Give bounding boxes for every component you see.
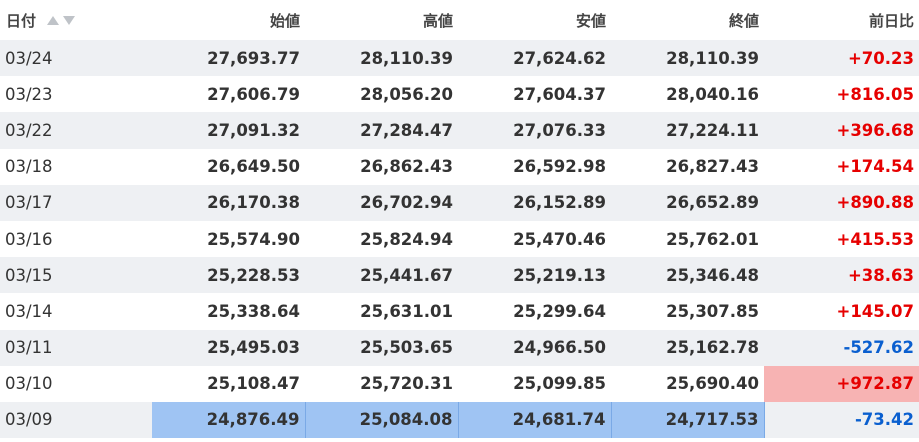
table-row: 03/22 27,091.32 27,284.47 27,076.33 27,2… xyxy=(0,112,919,149)
cell-high: 26,702.94 xyxy=(305,184,458,221)
cell-open: 26,649.50 xyxy=(207,157,300,177)
cell-low: 25,099.85 xyxy=(513,374,606,394)
cell-low: 26,152.89 xyxy=(458,184,611,221)
cell-open: 26,170.38 xyxy=(152,184,305,221)
header-high: 高値 xyxy=(305,0,458,40)
table-row: 03/24 27,693.77 28,110.39 27,624.62 28,1… xyxy=(0,40,919,77)
cell-low: 25,299.64 xyxy=(513,301,606,321)
cell-high: 28,110.39 xyxy=(305,40,458,77)
table-row: 03/15 25,228.53 25,441.67 25,219.13 25,3… xyxy=(0,257,919,294)
cell-close: 25,690.40 xyxy=(666,374,759,394)
sort-arrows[interactable] xyxy=(47,11,79,29)
cell-open-highlighted: 24,876.49 xyxy=(152,401,306,439)
cell-close: 27,224.11 xyxy=(611,112,764,149)
cell-low: 27,624.62 xyxy=(458,40,611,77)
header-row: 日付 始値 高値 安値 終値 前日比 xyxy=(0,0,919,40)
cell-low: 27,076.33 xyxy=(458,112,611,149)
cell-change: +396.68 xyxy=(764,112,919,149)
cell-high: 25,631.01 xyxy=(360,301,453,321)
cell-date: 03/16 xyxy=(5,229,53,249)
cell-high: 25,720.31 xyxy=(360,374,453,394)
cell-low: 27,604.37 xyxy=(513,84,606,104)
cell-open: 25,574.90 xyxy=(207,229,300,249)
cell-close: 25,307.85 xyxy=(666,301,759,321)
cell-change: +70.23 xyxy=(764,40,919,77)
cell-low: 24,966.50 xyxy=(458,329,611,366)
cell-open: 25,338.64 xyxy=(207,301,300,321)
table-row: 03/11 25,495.03 25,503.65 24,966.50 25,1… xyxy=(0,329,919,366)
header-low: 安値 xyxy=(458,0,611,40)
header-date-label: 日付 xyxy=(6,11,37,30)
sort-ascending-icon[interactable] xyxy=(47,15,60,25)
cell-close: 26,827.43 xyxy=(666,157,759,177)
cell-change: +174.54 xyxy=(836,157,915,177)
cell-open: 25,108.47 xyxy=(207,374,300,394)
cell-change: +890.88 xyxy=(764,184,919,221)
table-row: 03/16 25,574.90 25,824.94 25,470.46 25,7… xyxy=(0,221,919,257)
cell-open: 25,495.03 xyxy=(152,329,305,366)
cell-change: -73.42 xyxy=(764,401,919,439)
cell-change: +145.07 xyxy=(836,301,915,321)
cell-high-highlighted: 25,084.08 xyxy=(305,401,459,439)
cell-date: 03/24 xyxy=(0,40,152,77)
cell-close: 25,162.78 xyxy=(611,329,764,366)
cell-low: 26,592.98 xyxy=(513,157,606,177)
cell-low: 25,219.13 xyxy=(458,257,611,294)
cell-close: 25,762.01 xyxy=(666,229,759,249)
table-row: 03/17 26,170.38 26,702.94 26,152.89 26,6… xyxy=(0,184,919,221)
table-row: 03/10 25,108.47 25,720.31 25,099.85 25,6… xyxy=(0,365,919,402)
cell-close-highlighted: 24,717.53 xyxy=(611,401,765,439)
cell-open: 27,091.32 xyxy=(152,112,305,149)
sort-descending-icon[interactable] xyxy=(63,15,76,25)
cell-date: 03/10 xyxy=(5,374,53,394)
cell-high: 26,862.43 xyxy=(360,157,453,177)
cell-date: 03/14 xyxy=(5,301,53,321)
header-change: 前日比 xyxy=(764,0,919,40)
cell-change-highlighted: +972.87 xyxy=(764,365,919,402)
cell-open: 25,228.53 xyxy=(152,257,305,294)
cell-close: 28,040.16 xyxy=(666,84,759,104)
cell-change: -527.62 xyxy=(764,329,919,366)
table-row: 03/14 25,338.64 25,631.01 25,299.64 25,3… xyxy=(0,293,919,329)
cell-change: +415.53 xyxy=(836,229,915,249)
header-close: 終値 xyxy=(611,0,764,40)
cell-high: 27,284.47 xyxy=(305,112,458,149)
cell-close: 28,110.39 xyxy=(611,40,764,77)
table-row: 03/18 26,649.50 26,862.43 26,592.98 26,8… xyxy=(0,149,919,185)
cell-date: 03/23 xyxy=(5,84,53,104)
cell-date: 03/15 xyxy=(0,257,152,294)
cell-high: 25,824.94 xyxy=(360,229,453,249)
header-open: 始値 xyxy=(152,0,305,40)
header-date[interactable]: 日付 xyxy=(0,0,152,40)
cell-date: 03/17 xyxy=(0,184,152,221)
cell-open: 27,606.79 xyxy=(207,84,300,104)
cell-close: 26,652.89 xyxy=(611,184,764,221)
cell-date: 03/22 xyxy=(0,112,152,149)
cell-open: 27,693.77 xyxy=(152,40,305,77)
cell-change: +816.05 xyxy=(836,84,915,104)
cell-low-highlighted: 24,681.74 xyxy=(458,401,612,439)
cell-high: 25,503.65 xyxy=(305,329,458,366)
cell-close: 25,346.48 xyxy=(611,257,764,294)
cell-high: 25,441.67 xyxy=(305,257,458,294)
table-row: 03/23 27,606.79 28,056.20 27,604.37 28,0… xyxy=(0,76,919,112)
table-row: 03/09 24,876.49 25,084.08 24,681.74 24,7… xyxy=(0,401,919,439)
stock-price-table: 日付 始値 高値 安値 終値 前日比 03/24 27,693.77 28,11… xyxy=(0,0,919,439)
cell-date: 03/11 xyxy=(0,329,152,366)
cell-low: 25,470.46 xyxy=(513,229,606,249)
cell-date: 03/09 xyxy=(0,401,152,439)
cell-high: 28,056.20 xyxy=(360,84,453,104)
cell-change: +38.63 xyxy=(764,257,919,294)
cell-date: 03/18 xyxy=(5,157,53,177)
